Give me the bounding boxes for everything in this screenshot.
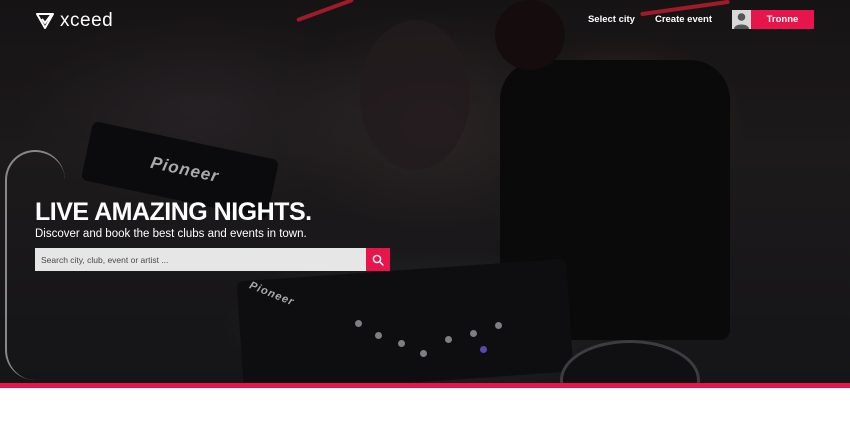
user-silhouette-icon <box>734 13 749 29</box>
avatar <box>732 10 751 29</box>
hero-headline: LIVE AMAZING NIGHTS. <box>35 198 312 226</box>
search-button[interactable] <box>366 248 390 271</box>
create-event-link[interactable]: Create event <box>655 10 712 29</box>
hero-overlay <box>0 0 850 383</box>
logo-mark-icon <box>36 13 54 29</box>
hero-banner: Pioneer Pioneer xceed Select city Create… <box>0 0 850 383</box>
select-city-link[interactable]: Select city <box>588 10 635 29</box>
user-name: Tronne <box>751 10 814 29</box>
xceed-logo[interactable]: xceed <box>35 10 113 32</box>
search-bar <box>35 248 390 271</box>
brand-name: xceed <box>60 10 114 31</box>
user-menu-button[interactable]: Tronne <box>732 10 814 29</box>
top-nav: Select city Create event Tronne <box>588 10 814 29</box>
hero-subline: Discover and book the best clubs and eve… <box>35 228 307 240</box>
hero-accent-bar <box>0 383 850 388</box>
search-icon <box>372 254 384 266</box>
search-input[interactable] <box>35 248 366 271</box>
